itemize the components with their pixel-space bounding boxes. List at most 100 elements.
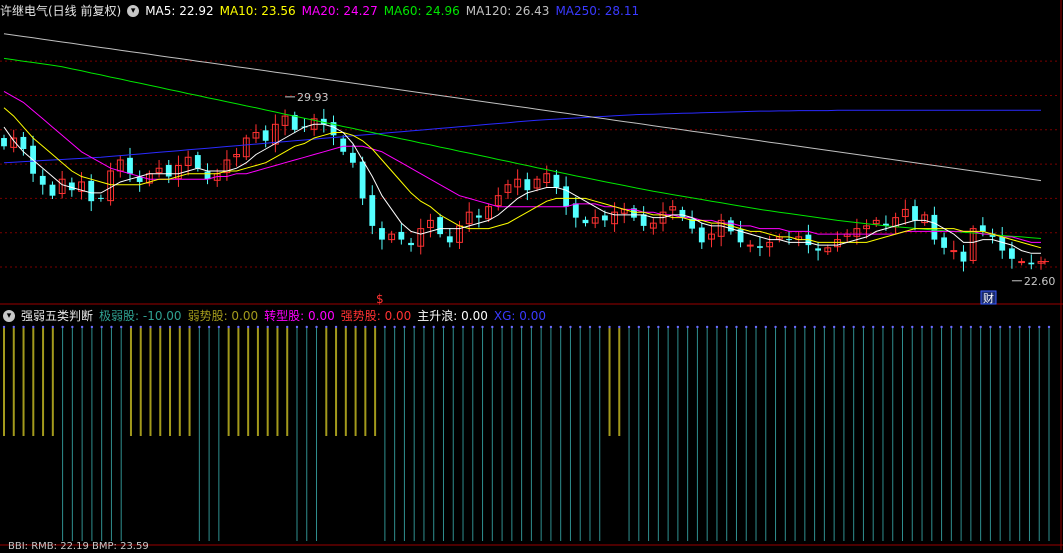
- candle-body-59: [572, 203, 579, 218]
- sub-header: ▾ 强弱五类判断 极弱股: -10.00 弱势股: 0.00 转型股: 0.00 强势…: [0, 307, 552, 325]
- candle-body-96: [931, 214, 938, 240]
- indicator-dot-91: [891, 325, 894, 329]
- indicator-dot-95: [930, 325, 934, 329]
- candle-body-17: [165, 164, 172, 177]
- indicator-dot-31: [305, 325, 308, 329]
- candle-body-10: [98, 197, 104, 199]
- indicator-dot-11: [110, 325, 113, 329]
- indicator-dot-75: [735, 325, 738, 329]
- indicator-dot-81: [793, 325, 797, 329]
- candle-body-94: [912, 206, 918, 221]
- indicator-title: 强弱五类判断: [21, 309, 94, 323]
- indicator-dot-74: [725, 325, 728, 329]
- indicator-dot-27: [266, 325, 269, 329]
- indicator-dot-93: [911, 325, 914, 329]
- candle-body-21: [204, 171, 211, 180]
- indicator-dot-22: [217, 325, 221, 329]
- ma-legend-item-2: MA20: 24.27: [301, 4, 378, 18]
- indicator-dot-35: [344, 325, 348, 329]
- indicator-dot-107: [1047, 325, 1051, 329]
- candle-body-105: [1018, 261, 1026, 264]
- candle-body-106: [1028, 262, 1035, 265]
- indicator-dot-80: [784, 325, 787, 329]
- candle-body-2: [20, 136, 27, 150]
- indicator-dot-23: [227, 325, 230, 329]
- indicator-dot-10: [100, 325, 103, 329]
- indicator-dot-92: [901, 325, 904, 329]
- candle-body-46: [446, 236, 453, 243]
- ma-legend-item-5: MA250: 28.11: [555, 4, 640, 18]
- indicator-dot-26: [256, 325, 260, 329]
- indicator-dot-60: [588, 325, 592, 329]
- indicator-dot-73: [715, 325, 719, 329]
- indicator-dot-65: [637, 325, 641, 329]
- indicator-dot-49: [481, 325, 484, 329]
- indicator-dot-101: [989, 325, 992, 329]
- indicator-dot-30: [295, 325, 299, 329]
- indicator-dot-43: [422, 325, 426, 329]
- indicator-dot-105: [1028, 325, 1031, 329]
- indicator-dot-16: [159, 325, 162, 329]
- dollar-marker: $: [376, 292, 384, 306]
- candle-body-72: [698, 227, 705, 243]
- event-badge: 财: [983, 291, 994, 305]
- candle-body-97: [941, 237, 947, 248]
- ma250-line: [3, 109, 1041, 164]
- candle-body-5: [49, 184, 56, 196]
- ma-legend: MA5: 22.92 MA10: 23.56 MA20: 24.27 MA60: 24…: [145, 2, 645, 20]
- candle-body-84: [815, 248, 822, 251]
- indicator-dot-76: [745, 325, 748, 329]
- candle-body-101: [979, 225, 986, 232]
- indicator-dot-7: [71, 325, 74, 329]
- indicator-dot-104: [1018, 325, 1021, 329]
- indicator-dot-18: [178, 325, 181, 329]
- indicator-dot-58: [569, 325, 572, 329]
- ma-legend-item-4: MA120: 26.43: [465, 4, 550, 18]
- indicator-dot-82: [803, 325, 807, 329]
- kline-chart[interactable]: 29.93 22.60 $ 财: [0, 0, 1063, 550]
- indicator-dot-96: [940, 325, 943, 329]
- candle-body-60: [582, 219, 589, 224]
- indicator-dot-8: [80, 325, 84, 329]
- indicator-legend-item-4: 主升浪: 0.00: [417, 309, 488, 323]
- indicator-dot-71: [696, 325, 699, 329]
- indicator-dot-56: [549, 325, 553, 329]
- indicator-dot-28: [276, 325, 279, 329]
- candle-body-37: [359, 161, 366, 199]
- ma120-line: [3, 33, 1042, 182]
- chevron-down-icon[interactable]: ▾: [3, 310, 15, 322]
- indicator-dot-47: [461, 325, 465, 329]
- indicator-dot-64: [627, 325, 631, 329]
- chevron-down-icon[interactable]: ▾: [127, 5, 140, 17]
- indicator-dot-78: [764, 325, 767, 329]
- candle-body-70: [679, 209, 686, 218]
- candle-body-35: [340, 138, 347, 152]
- indicator-legend-item-5: XG: 0.00: [493, 309, 546, 323]
- indicator-dot-36: [354, 325, 357, 329]
- indicator-dot-38: [373, 325, 377, 329]
- indicator-dot-63: [618, 325, 621, 329]
- indicator-dot-54: [530, 325, 533, 329]
- indicator-dot-29: [286, 325, 289, 329]
- indicator-dot-89: [872, 325, 875, 329]
- candle-body-20: [194, 155, 201, 169]
- indicator-dot-20: [198, 325, 201, 329]
- indicator-dot-5: [51, 325, 55, 329]
- indicator-legend-item-3: 强势股: 0.00: [340, 309, 412, 323]
- ma-legend-item-0: MA5: 22.92: [145, 4, 214, 18]
- candle-body-4: [39, 175, 46, 185]
- bbi-readout: BBI: RMB: 22.19 BMP: 23.59: [8, 541, 149, 552]
- indicator-dot-83: [813, 325, 816, 329]
- indicator-dot-84: [823, 325, 826, 329]
- indicator-dot-50: [491, 325, 494, 329]
- candle-body-81: [786, 239, 792, 241]
- candle-body-66: [640, 214, 647, 226]
- indicator-dot-25: [246, 325, 250, 329]
- indicator-dot-61: [598, 325, 601, 329]
- indicator-dot-34: [334, 325, 338, 329]
- candle-body-45: [437, 217, 444, 235]
- indicator-dot-13: [129, 325, 133, 329]
- indicator-dot-32: [315, 325, 318, 329]
- indicator-legend: 极弱股: -10.00 弱势股: 0.00 转型股: 0.00 强势股: 0.00 主升…: [99, 307, 552, 325]
- indicator-dot-69: [676, 325, 680, 329]
